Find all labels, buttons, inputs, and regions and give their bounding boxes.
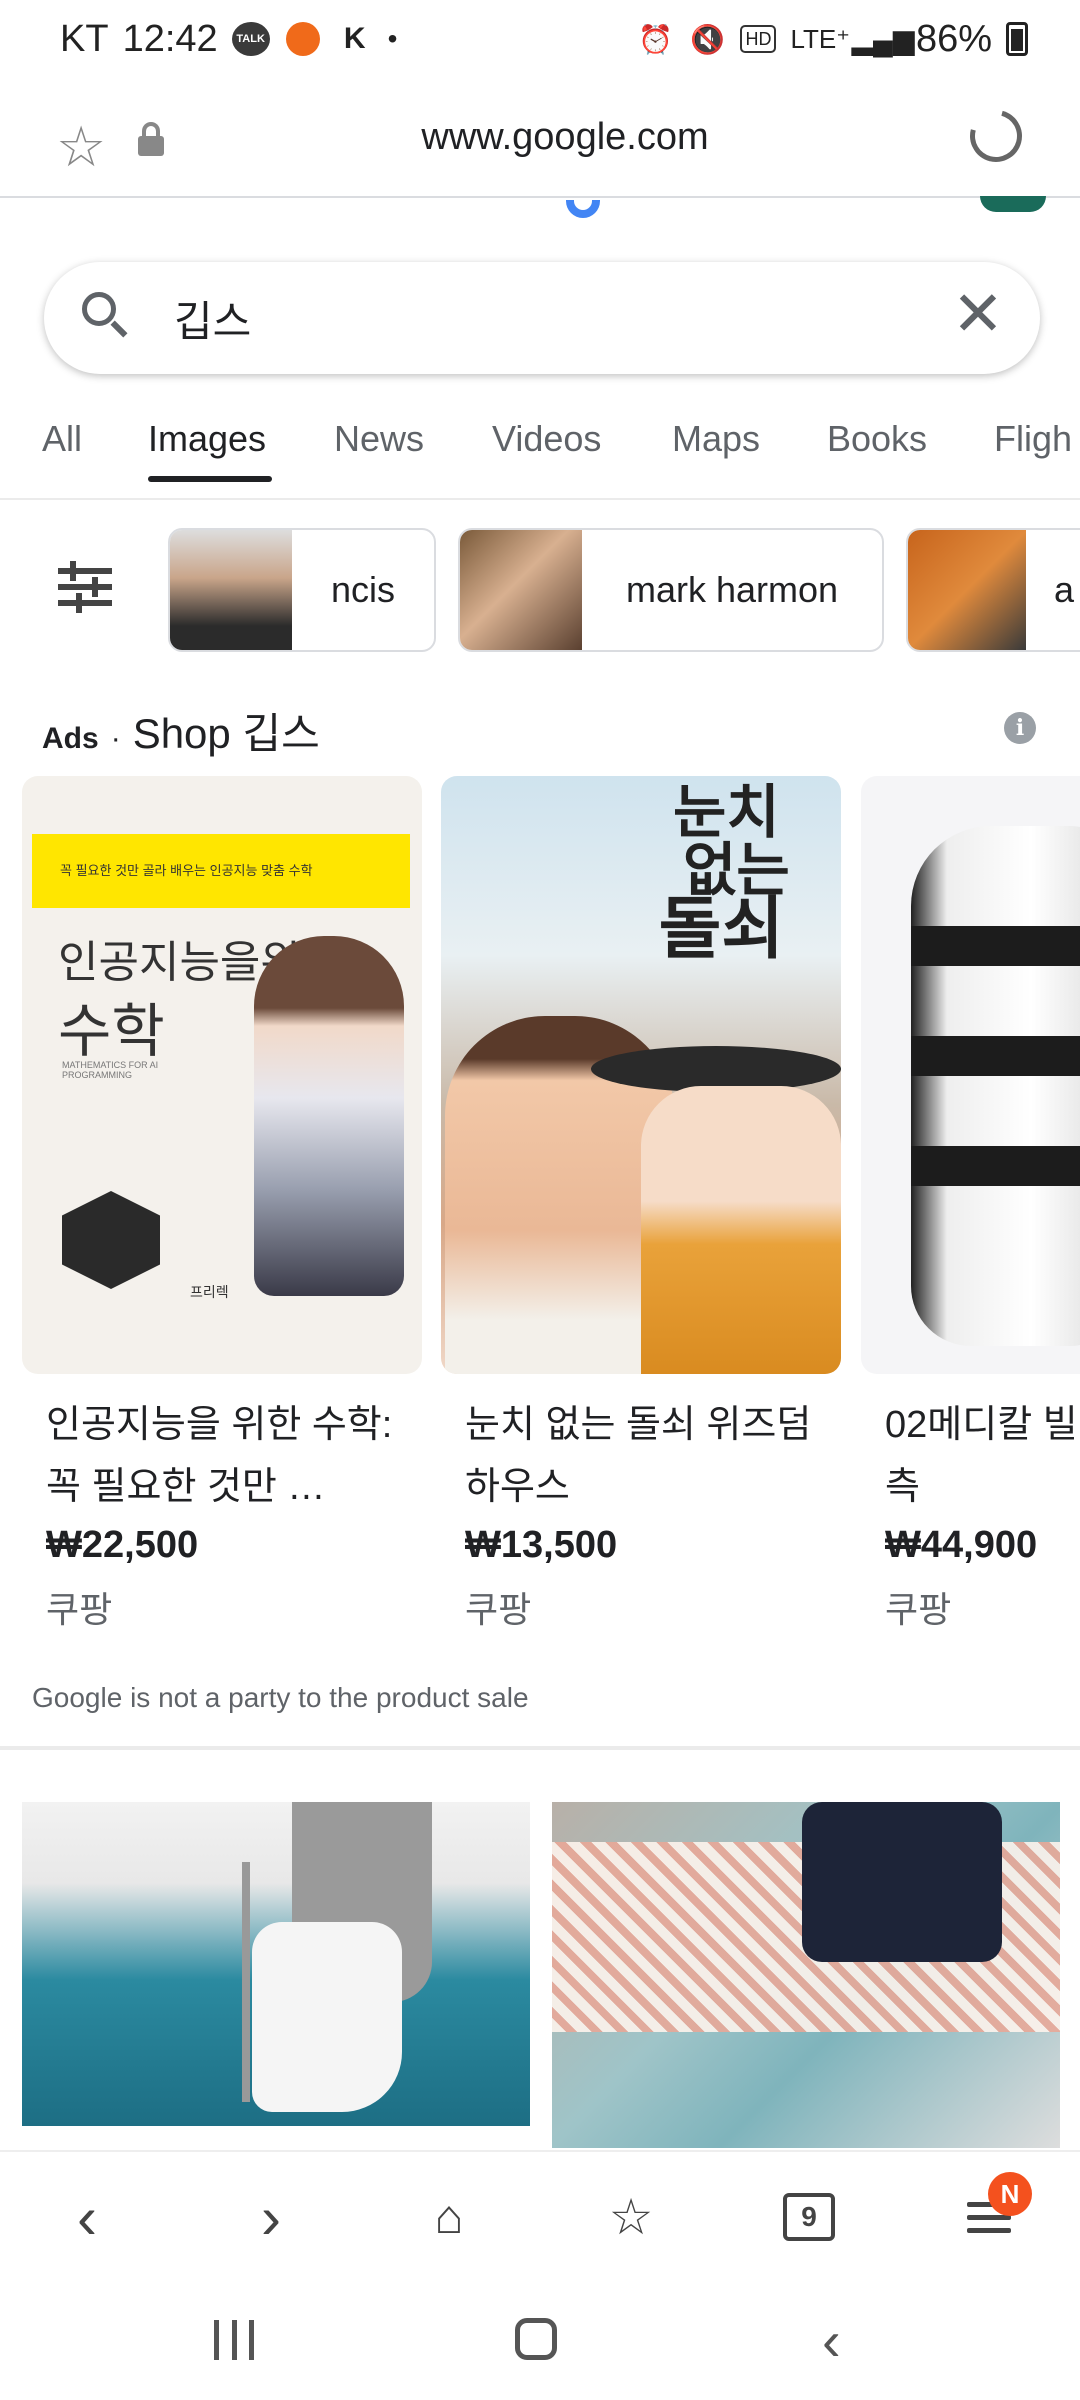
back-nav-icon[interactable]: ‹ [822, 2308, 841, 2373]
chip-mark-harmon[interactable]: mark harmon [458, 528, 884, 652]
cast-illustration [252, 1922, 402, 2112]
chip-label: a [1053, 569, 1074, 610]
product-image: 눈치 없는 돌쇠 [441, 776, 841, 1374]
product-carousel: 꼭 필요한 것만 골라 배우는 인공지능 맞춤 수학 인공지능을위한 수학 MA… [0, 776, 1080, 1636]
home-nav-icon[interactable] [515, 2318, 557, 2360]
ads-label: Ads [42, 722, 99, 755]
account-avatar[interactable] [980, 196, 1046, 212]
battery-icon [1006, 22, 1028, 56]
tab-flights[interactable]: Fligh [994, 418, 1072, 460]
google-logo-peek [566, 200, 600, 218]
mute-icon: 🔇 [690, 23, 725, 55]
shop-heading: Shop 깁스 [132, 710, 320, 757]
search-box[interactable]: 깁스 ✕ [44, 262, 1040, 374]
product-card[interactable]: 02메디칼 빌 보호대 우측 ₩44,900 쿠팡 [861, 776, 1080, 1633]
status-bar: KT 12:42 TALK K • ⏰ 🔇 HD LTE⁺ ▂▄▆ 86% [0, 0, 1080, 78]
image-result[interactable] [552, 1802, 1060, 2148]
notification-app-icon [284, 20, 322, 58]
product-price: ₩44,900 [885, 1524, 1038, 1566]
back-icon[interactable]: ‹ [52, 2182, 122, 2252]
network-type: LTE⁺ [790, 23, 850, 54]
chip-thumbnail [460, 530, 582, 650]
cover-character-illustration [641, 1086, 841, 1374]
tabs-icon[interactable]: 9 [774, 2182, 844, 2252]
search-input[interactable]: 깁스 [174, 288, 251, 349]
browser-toolbar: ‹ › ⌂ ☆ 9 N [0, 2150, 1080, 2280]
hd-voice-icon: HD [740, 25, 777, 53]
more-notifications-dot: • [387, 23, 398, 54]
product-price: ₩22,500 [46, 1524, 199, 1566]
chip-label: mark harmon [625, 569, 839, 610]
strap-illustration [911, 926, 1080, 966]
product-card[interactable]: 꼭 필요한 것만 골라 배우는 인공지능 맞춤 수학 인공지능을위한 수학 MA… [22, 776, 422, 1633]
product-store: 쿠팡 [465, 1589, 532, 1630]
clock: 12:42 [122, 17, 218, 60]
shopping-ads-header: Ads · Shop 깁스 [42, 700, 320, 761]
alarm-icon: ⏰ [638, 23, 673, 55]
tabs-count: 9 [783, 2193, 835, 2241]
tab-maps[interactable]: Maps [672, 418, 760, 460]
url-text[interactable]: www.google.com [0, 116, 1080, 159]
cover-banner: 꼭 필요한 것만 골라 배우는 인공지능 맞춤 수학 [32, 834, 410, 908]
product-store: 쿠팡 [46, 1589, 113, 1630]
signal-icon: ▂▄▆ [851, 23, 915, 55]
chip-thumbnail [170, 530, 292, 650]
cover-hexagon [62, 1191, 160, 1289]
clothing-illustration [802, 1802, 1002, 1962]
cover-character-illustration [254, 936, 404, 1296]
chip-thumbnail [908, 530, 1026, 650]
home-icon[interactable]: ⌂ [414, 2182, 484, 2252]
info-icon[interactable]: i [1004, 712, 1036, 744]
product-price: ₩13,500 [465, 1524, 618, 1566]
tab-news[interactable]: News [334, 418, 424, 460]
cover-subtitle: MATHEMATICS FOR AI PROGRAMMING [62, 1060, 159, 1080]
kakaotalk-icon: TALK [231, 22, 270, 56]
notification-badge: N [988, 2172, 1032, 2216]
tab-all[interactable]: All [42, 418, 82, 460]
product-image: 꼭 필요한 것만 골라 배우는 인공지능 맞춤 수학 인공지능을위한 수학 MA… [22, 776, 422, 1374]
product-title[interactable]: 02메디칼 빌 보호대 우측 [861, 1394, 1080, 1518]
cover-title-line: 눈치 [673, 780, 780, 845]
tab-images[interactable]: Images [148, 418, 266, 460]
product-title[interactable]: 눈치 없는 돌쇠 위즈덤하우스 [441, 1394, 841, 1518]
bookmarks-icon[interactable]: ☆ [596, 2182, 666, 2252]
chip-partial[interactable]: a [906, 528, 1080, 652]
cover-title: 수학 [58, 997, 165, 1065]
tab-videos[interactable]: Videos [492, 418, 601, 460]
search-tabs: All Images News Videos Maps Books Fligh [0, 400, 1080, 500]
product-title[interactable]: 인공지능을 위한 수학:꼭 필요한 것만 … [22, 1394, 422, 1518]
chip-ncis[interactable]: ncis [168, 528, 436, 652]
reload-icon[interactable] [960, 100, 1032, 172]
product-card[interactable]: 눈치 없는 돌쇠 눈치 없는 돌쇠 위즈덤하우스 ₩13,500 쿠팡 [441, 776, 841, 1633]
section-divider [0, 1746, 1080, 1750]
tab-books[interactable]: Books [827, 418, 927, 460]
forward-icon[interactable]: › [236, 2182, 306, 2252]
ankle-brace-illustration [911, 826, 1080, 1346]
strap-illustration [911, 1036, 1080, 1076]
tune-filter-icon[interactable] [58, 561, 112, 613]
crutch-illustration [242, 1862, 250, 2102]
system-nav-bar: ‹ [0, 2280, 1080, 2400]
product-store: 쿠팡 [885, 1589, 952, 1630]
carrier-label: KT [60, 17, 109, 60]
battery-percent: 86% [915, 17, 992, 60]
recent-apps-icon[interactable] [214, 2320, 254, 2360]
cover-title: 눈치 없는 돌쇠 [659, 780, 790, 964]
search-icon[interactable] [82, 292, 128, 338]
shopping-disclaimer: Google is not a party to the product sal… [32, 1682, 529, 1713]
cover-publisher: 프리렉 [190, 1284, 229, 1300]
product-image [861, 776, 1080, 1374]
cover-title-line: 돌쇠 [658, 891, 784, 967]
chip-label: ncis [330, 569, 396, 610]
clear-search-icon[interactable]: ✕ [952, 284, 1004, 346]
filter-chips: ncis mark harmon a [0, 528, 1080, 656]
image-result[interactable] [22, 1802, 530, 2126]
k-app-icon: K [343, 22, 366, 55]
browser-url-bar: ☆ www.google.com [0, 88, 1080, 198]
strap-illustration [911, 1146, 1080, 1186]
separator: · [110, 722, 121, 755]
active-tab-indicator [148, 476, 272, 482]
